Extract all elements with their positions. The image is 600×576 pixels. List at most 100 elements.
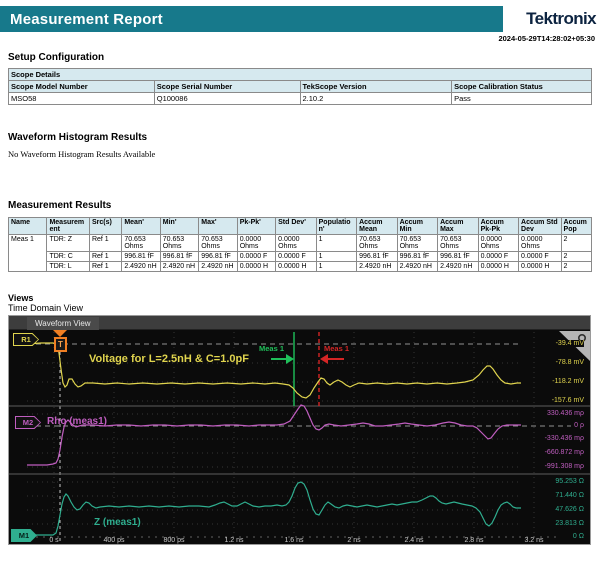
y-axis-label: 95.253 Ω <box>552 478 584 485</box>
table-cell: Ref 1 <box>89 262 121 272</box>
table-cell: 2.4920 nH <box>438 262 478 272</box>
table-cell: 70.653 Ohms <box>160 235 198 252</box>
table-row: MSO58 Q100086 2.10.2 Pass <box>9 93 592 105</box>
y-axis-label: -991.308 mρ <box>542 463 584 470</box>
meas1-green-label: Meas 1 <box>259 344 284 353</box>
table-cell: 2.4920 nH <box>357 262 397 272</box>
y-axis-label: 23.813 Ω <box>552 520 584 527</box>
trigger-marker-icon[interactable] <box>53 330 67 337</box>
y-axis-label: 47.626 Ω <box>552 506 584 513</box>
table-cell: 0.0000 F <box>519 252 562 262</box>
column-header: Src(s) <box>89 218 121 235</box>
x-axis-label: 400 ps <box>94 537 134 544</box>
table-cell: TDR: L <box>47 262 90 272</box>
table-cell: 0.0000 F <box>276 252 316 262</box>
x-axis-label: 1.2 ns <box>214 537 254 544</box>
trigger-t-badge[interactable]: T <box>54 337 67 352</box>
x-axis-label: 0 s <box>34 537 74 544</box>
column-header: Pk-Pk' <box>237 218 275 235</box>
y-axis-label: -157.6 mV <box>549 397 584 404</box>
waveform-view-tab[interactable]: Waveform View <box>27 317 99 330</box>
meas1-red-label: Meas 1 <box>324 344 349 353</box>
table-cell: Pass <box>452 93 592 105</box>
column-header: Accum Pk-Pk <box>478 218 518 235</box>
y-axis-label: 71.440 Ω <box>552 492 584 499</box>
y-axis-label: -39.4 mV <box>553 340 584 347</box>
table-cell: Ref 1 <box>89 235 121 252</box>
table-cell: 70.653 Ohms <box>438 235 478 252</box>
x-axis-label: 800 ps <box>154 537 194 544</box>
x-axis-label: 1.6 ns <box>274 537 314 544</box>
time-domain-view-label: Time Domain View <box>8 303 600 313</box>
x-axis-label: 2.4 ns <box>394 537 434 544</box>
table-cell: 0.0000 F <box>478 252 518 262</box>
z-annotation: Z (meas1) <box>94 517 141 528</box>
table-cell: 0.0000 H <box>276 262 316 272</box>
column-header: Std Dev' <box>276 218 316 235</box>
column-header: Population' <box>316 218 356 235</box>
column-header: Accum Std Dev <box>519 218 562 235</box>
tektronix-logo: Tektronix <box>526 9 600 29</box>
table-cell: 0.0000 H <box>519 262 562 272</box>
table-cell: 0.0000 Ohms <box>237 235 275 252</box>
x-axis-label: 3.2 ns <box>514 537 554 544</box>
column-header: Scope Calibration Status <box>452 81 592 93</box>
table-cell: 2.10.2 <box>300 93 452 105</box>
table-cell: 2.4920 nH <box>122 262 160 272</box>
waveform-view-screenshot: Waveform View R1 M2 M1 T Voltage for L=2… <box>8 315 591 545</box>
column-header: Accum Mean <box>357 218 397 235</box>
y-axis-label: -330.436 mρ <box>542 435 584 442</box>
table-cell: 996.81 fF <box>122 252 160 262</box>
table-cell: Q100086 <box>154 93 300 105</box>
column-header: TekScope Version <box>300 81 452 93</box>
rho-annotation: Rho (meas1) <box>47 416 107 427</box>
table-cell: TDR: C <box>47 252 90 262</box>
logo-area: Tektronix <box>503 6 600 32</box>
table-cell: 0.0000 H <box>478 262 518 272</box>
header-bar: Measurement Report <box>0 6 503 32</box>
column-header: Scope Model Number <box>9 81 155 93</box>
table-cell: 70.653 Ohms <box>122 235 160 252</box>
y-axis-label: 0 ρ <box>571 422 584 429</box>
table-cell: 996.81 fF <box>357 252 397 262</box>
table-row: TDR: C Ref 1 996.81 fF 996.81 fF 996.81 … <box>9 252 592 262</box>
column-header: Accum Pop <box>561 218 591 235</box>
y-axis-label: -660.872 mρ <box>542 449 584 456</box>
table-cell: 2.4920 nH <box>199 262 237 272</box>
setup-table-title: Scope Details <box>9 69 592 81</box>
table-cell: 996.81 fF <box>199 252 237 262</box>
table-cell: 996.81 fF <box>397 252 437 262</box>
histogram-message: No Waveform Histogram Results Available <box>8 149 600 159</box>
waveform-plot <box>9 316 591 545</box>
table-cell: Meas 1 <box>9 235 47 272</box>
table-cell: 70.653 Ohms <box>397 235 437 252</box>
table-cell: 2 <box>561 262 591 272</box>
table-row: Meas 1 TDR: Z Ref 1 70.653 Ohms 70.653 O… <box>9 235 592 252</box>
y-axis-label: 330.436 mρ <box>544 410 584 417</box>
x-axis-label: 2 ns <box>334 537 374 544</box>
table-cell: TDR: Z <box>47 235 90 252</box>
measurement-results-table: Name Measurement Src(s) Mean' Min' Max' … <box>8 217 592 272</box>
column-header: Accum Min <box>397 218 437 235</box>
table-cell: 1 <box>316 262 356 272</box>
table-header-row: Name Measurement Src(s) Mean' Min' Max' … <box>9 218 592 235</box>
table-row: TDR: L Ref 1 2.4920 nH 2.4920 nH 2.4920 … <box>9 262 592 272</box>
y-axis-label: -118.2 mV <box>549 378 584 385</box>
table-cell: Ref 1 <box>89 252 121 262</box>
table-cell: 0.0000 F <box>237 252 275 262</box>
table-cell: 1 <box>316 235 356 252</box>
table-cell: 2 <box>561 252 591 262</box>
column-header: Max' <box>199 218 237 235</box>
table-cell: 2 <box>561 235 591 252</box>
column-header: Name <box>9 218 47 235</box>
table-cell: 2.4920 nH <box>397 262 437 272</box>
table-cell: 0.0000 H <box>237 262 275 272</box>
table-cell: 2.4920 nH <box>160 262 198 272</box>
table-cell: 0.0000 Ohms <box>519 235 562 252</box>
column-header: Scope Serial Number <box>154 81 300 93</box>
table-cell: 70.653 Ohms <box>357 235 397 252</box>
column-header: Min' <box>160 218 198 235</box>
column-header: Mean' <box>122 218 160 235</box>
y-axis-label: -78.8 mV <box>553 359 584 366</box>
y-axis-label: 0 Ω <box>570 533 584 540</box>
